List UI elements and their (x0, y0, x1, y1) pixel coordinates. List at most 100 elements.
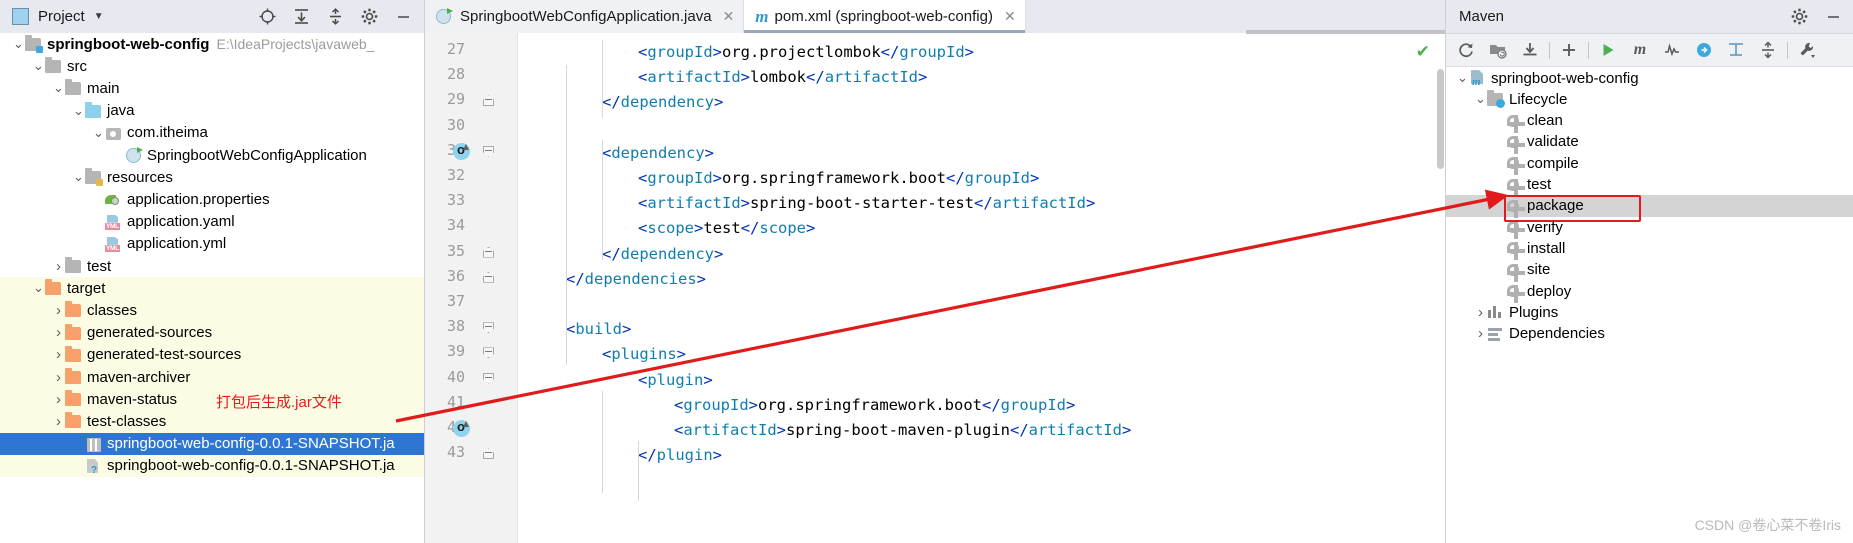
project-tree-item[interactable]: › generated-sources (0, 321, 424, 344)
chevron-right-icon[interactable]: › (52, 413, 65, 430)
run-gutter-icon[interactable] (453, 419, 470, 437)
maven-goal-item[interactable]: verify (1446, 216, 1853, 240)
chevron-right-icon[interactable]: › (52, 346, 65, 363)
editor-vertical-scrollbar[interactable] (1437, 69, 1444, 169)
project-tree-item[interactable]: › maven-archiver (0, 366, 424, 389)
project-tree-item[interactable]: › test (0, 255, 424, 277)
maven-goal-item[interactable]: › Dependencies (1446, 323, 1853, 345)
minimize-icon[interactable] (386, 0, 420, 33)
project-tree-item[interactable]: ⌄ src (0, 55, 424, 77)
run-icon[interactable] (1592, 35, 1624, 65)
project-tree-item[interactable]: SpringbootWebConfigApplication (0, 144, 424, 166)
chevron-down-icon[interactable]: ⌄ (92, 126, 105, 139)
project-tree-item[interactable]: ⌄ main (0, 77, 424, 99)
project-tree-item[interactable]: ⌄ com.itheima (0, 122, 424, 144)
run-gutter-icon[interactable] (453, 142, 470, 160)
chevron-down-icon[interactable]: ⌄ (52, 81, 65, 95)
maven-goal-item[interactable]: validate (1446, 131, 1853, 154)
settings-wrench-icon[interactable] (1791, 35, 1823, 65)
chevron-down-icon[interactable]: ▼ (94, 11, 104, 22)
editor-horizontal-scrollbar[interactable] (1246, 30, 1446, 34)
gear-icon (1505, 262, 1525, 282)
maven-goal-item[interactable]: package (1446, 194, 1853, 218)
editor-gutter[interactable]: 2728293031323334353637383940414243 (425, 33, 518, 543)
collapse-all-icon[interactable] (318, 0, 352, 33)
project-tree-item[interactable]: › maven-status (0, 388, 424, 411)
toolbar-separator (1549, 41, 1550, 59)
project-tree-item[interactable]: springboot-web-config-0.0.1-SNAPSHOT.ja (0, 432, 424, 455)
locate-icon[interactable] (250, 0, 284, 33)
chevron-down-icon[interactable]: ⌄ (12, 37, 25, 51)
project-tree-item[interactable]: application.properties (0, 188, 424, 210)
chevron-right-icon[interactable]: › (52, 324, 65, 341)
project-tree-item[interactable]: › classes (0, 299, 424, 322)
close-icon[interactable]: ✕ (1004, 8, 1016, 25)
chevron-down-icon[interactable]: ⌄ (1456, 71, 1469, 84)
project-tree-item[interactable]: application.yaml (0, 211, 424, 233)
project-tree-item[interactable]: ⌄ target (0, 277, 424, 300)
toggle-skip-tests-icon[interactable] (1656, 35, 1688, 65)
maven-m-icon[interactable]: m (1624, 35, 1656, 65)
project-tree-item[interactable]: ⌄ java (0, 100, 424, 122)
code-content[interactable]: ✔ <groupId>org.projectlombok</groupId> <a… (518, 33, 1446, 543)
project-tree-item[interactable]: ⌄ springboot-web-config E:\IdeaProjects\ja… (0, 33, 424, 55)
chevron-right-icon[interactable]: › (52, 391, 65, 408)
project-tree-item-label: generated-test-sources (87, 346, 242, 364)
project-tree-item[interactable]: ⌄ resources (0, 166, 424, 188)
fold-collapse-icon[interactable] (483, 95, 494, 107)
chevron-down-icon[interactable]: ⌄ (72, 170, 85, 184)
chevron-right-icon[interactable]: › (52, 302, 65, 319)
maven-goal-item[interactable]: ⌄ Lifecycle (1446, 88, 1853, 110)
project-panel-header: Project ▼ (0, 0, 424, 34)
minimize-icon[interactable] (1816, 0, 1850, 33)
maven-goal-item[interactable]: compile (1446, 152, 1853, 176)
fold-collapse-icon[interactable] (483, 271, 494, 283)
fold-collapse-icon[interactable] (483, 448, 494, 460)
reload-icon[interactable] (1450, 35, 1482, 65)
maven-goal-item[interactable]: install (1446, 237, 1853, 261)
show-dependencies-icon[interactable] (1720, 35, 1752, 65)
project-tree-item[interactable]: springboot-web-config-0.0.1-SNAPSHOT.ja (0, 454, 424, 477)
project-file-tree[interactable]: ⌄ springboot-web-config E:\IdeaProjects\ja… (0, 33, 424, 543)
settings-gear-icon[interactable] (352, 0, 386, 33)
execute-goal-icon[interactable] (1688, 35, 1720, 65)
chevron-right-icon[interactable]: › (1474, 325, 1487, 342)
plus-icon[interactable] (1553, 35, 1585, 65)
project-path-hint: E:\IdeaProjects\javaweb_ (216, 36, 375, 53)
fold-expand-icon[interactable] (483, 347, 494, 359)
fold-expand-icon[interactable] (483, 145, 494, 157)
chevron-right-icon[interactable]: › (1474, 304, 1487, 321)
editor-tab[interactable]: SpringbootWebConfigApplication.java ✕ (425, 0, 745, 33)
download-sources-icon[interactable] (1514, 35, 1546, 65)
project-tree-item[interactable]: › test-classes (0, 410, 424, 433)
editor-tab[interactable]: m pom.xml (springboot-web-config) ✕ (744, 0, 1026, 33)
settings-gear-icon[interactable] (1782, 0, 1816, 33)
fold-collapse-icon[interactable] (483, 246, 494, 258)
fold-expand-icon[interactable] (483, 322, 494, 334)
chevron-right-icon[interactable]: › (52, 258, 65, 275)
fold-expand-icon[interactable] (483, 372, 494, 384)
add-maven-project-icon[interactable] (1482, 35, 1514, 65)
chevron-down-icon[interactable]: ⌄ (32, 59, 45, 73)
maven-goal-item[interactable]: site (1446, 259, 1853, 282)
project-tree-item[interactable]: › generated-test-sources (0, 343, 424, 366)
maven-goal-item[interactable]: clean (1446, 110, 1853, 133)
collapse-all-icon[interactable] (1752, 35, 1784, 65)
close-icon[interactable]: ✕ (723, 8, 735, 25)
project-tree-item[interactable]: application.yml (0, 233, 424, 255)
maven-goal-item[interactable]: deploy (1446, 280, 1853, 304)
maven-goal-label: Lifecycle (1509, 90, 1568, 108)
chevron-down-icon[interactable]: ⌄ (1474, 92, 1487, 105)
maven-goal-item[interactable]: test (1446, 174, 1853, 197)
maven-toolbar[interactable]: m (1446, 34, 1853, 67)
maven-goal-item[interactable]: ⌄ springboot-web-config (1446, 67, 1853, 89)
chevron-down-icon[interactable]: ⌄ (72, 104, 85, 117)
maven-goals-tree[interactable]: ⌄ springboot-web-config ⌄ Lifecycle clean val… (1446, 67, 1853, 342)
maven-goal-item[interactable]: › Plugins (1446, 301, 1853, 323)
chevron-right-icon[interactable]: › (52, 369, 65, 386)
chevron-down-icon[interactable]: ⌄ (32, 281, 45, 295)
expand-all-icon[interactable] (284, 0, 318, 33)
project-tree-item-label: springboot-web-config (47, 35, 210, 53)
code-editor[interactable]: 2728293031323334353637383940414243 ✔ <gr… (425, 33, 1446, 543)
